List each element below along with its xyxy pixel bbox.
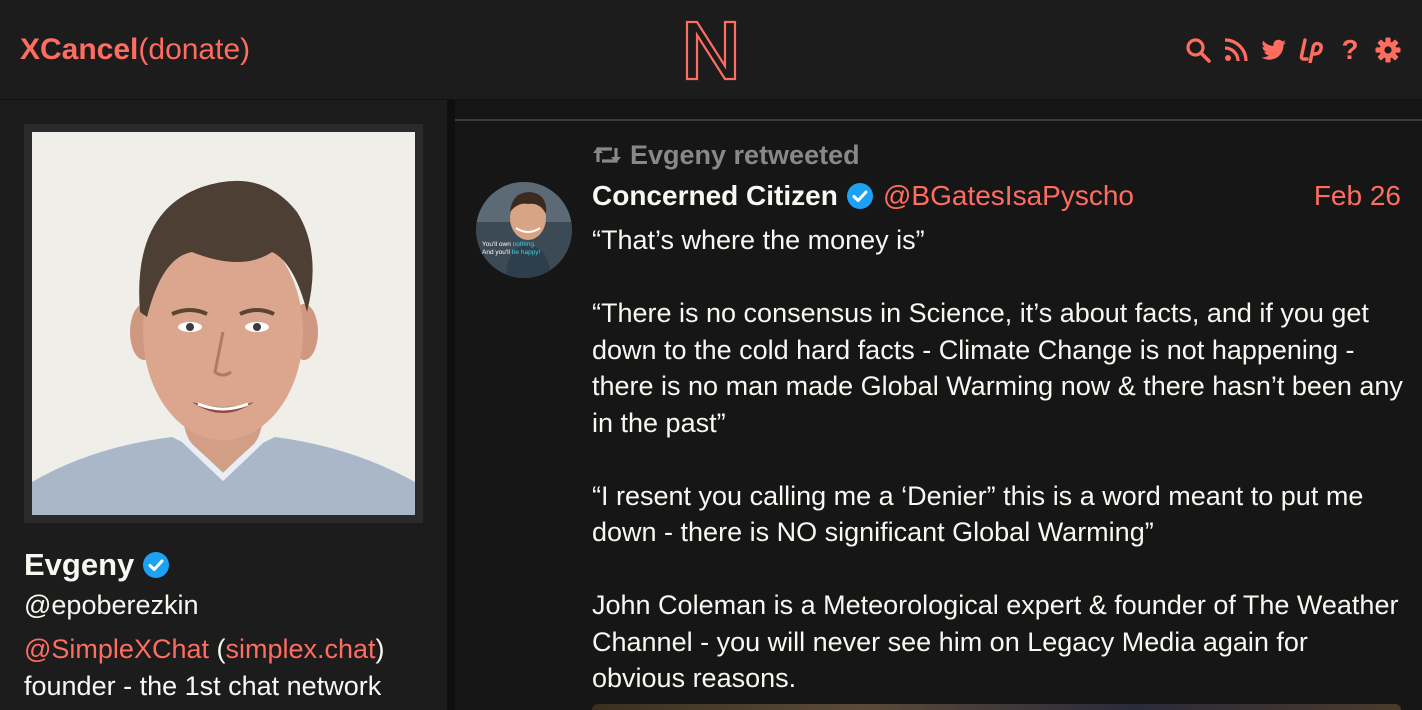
twitter-icon[interactable] — [1260, 36, 1288, 64]
verified-icon — [846, 183, 873, 209]
nav-icons: ? — [1184, 34, 1402, 66]
profile-username[interactable]: @epoberezkin — [24, 588, 199, 622]
retweet-icon — [593, 147, 621, 163]
tweet-avatar-image: You'll own nothing. And you'll be happy! — [476, 182, 572, 278]
profile-card: Evgeny @epoberezkin @SimpleXChat (simple… — [0, 100, 447, 710]
tweet-username[interactable]: @BGatesIsaPyscho — [883, 178, 1134, 214]
tweet-paragraph: “That’s where the money is” — [592, 225, 925, 255]
brand-link[interactable]: XCancel — [20, 33, 138, 66]
tweet-fullname[interactable]: Concerned Citizen — [592, 178, 874, 214]
top-navbar: XCancel(donate) ? — [0, 0, 1422, 100]
bio-text: ( — [208, 634, 226, 664]
bio-text: founder - the 1st chat network — [24, 671, 382, 701]
tweet-header: Concerned Citizen @BGatesIsaPyscho Feb 2… — [592, 178, 1401, 214]
profile-photo — [32, 132, 415, 515]
profile-bio: @SimpleXChat (simplex.chat) founder - th… — [24, 631, 434, 705]
nitter-logo-icon[interactable] — [683, 18, 739, 82]
settings-icon[interactable] — [1374, 36, 1402, 64]
tab-divider — [455, 119, 1422, 121]
retweet-header: Evgeny retweeted — [592, 138, 860, 172]
svg-text:And you'll be happy!: And you'll be happy! — [482, 249, 541, 256]
donate-link[interactable]: (donate) — [138, 33, 250, 66]
liberapay-icon[interactable] — [1298, 36, 1326, 64]
profile-fullname-text: Evgeny — [24, 547, 135, 582]
tweet-content: “That’s where the money is” “There is no… — [592, 222, 1407, 697]
brand: XCancel(donate) — [20, 32, 250, 68]
tweet-paragraph: John Coleman is a Meteorological expert … — [592, 590, 1399, 693]
retweet-label: Evgeny retweeted — [630, 140, 860, 170]
bio-text: ) — [375, 634, 385, 664]
bio-link-simplexchat[interactable]: @SimpleXChat — [24, 634, 209, 664]
tweet-avatar[interactable]: You'll own nothing. And you'll be happy! — [476, 182, 572, 278]
rss-icon[interactable] — [1222, 36, 1250, 64]
profile-fullname[interactable]: Evgeny — [24, 546, 170, 584]
verified-icon — [143, 552, 170, 578]
profile-avatar[interactable] — [24, 124, 423, 523]
svg-text:You'll own nothing.: You'll own nothing. — [482, 241, 536, 248]
search-icon[interactable] — [1184, 36, 1212, 64]
column-gutter — [447, 100, 455, 710]
tweet-date[interactable]: Feb 26 — [1314, 178, 1401, 214]
timeline: Evgeny retweeted You'll own nothing. And… — [455, 100, 1422, 710]
tweet-paragraph: “I resent you calling me a ‘Denier” this… — [592, 480, 1364, 548]
help-icon[interactable]: ? — [1336, 36, 1364, 64]
bio-link-simplex-site[interactable]: simplex.chat — [225, 634, 375, 664]
tweet-paragraph: “There is no consensus in Science, it’s … — [592, 298, 1403, 438]
tweet-fullname-text: Concerned Citizen — [592, 180, 838, 211]
tweet-media-preview[interactable] — [592, 704, 1401, 710]
